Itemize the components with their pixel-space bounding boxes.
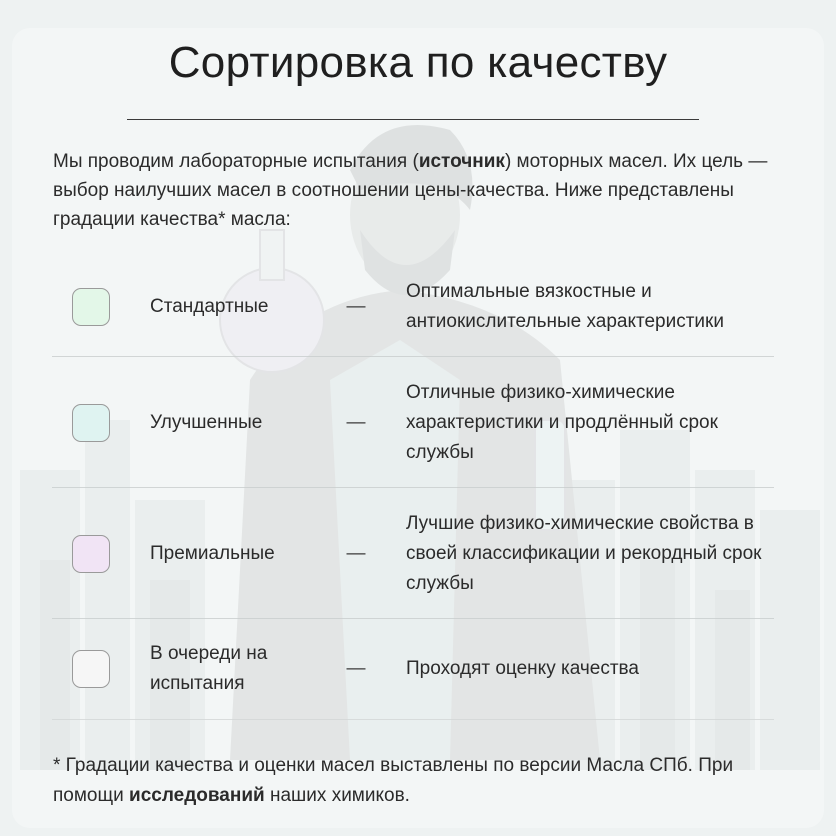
grade-description: Лучшие физико-химические свойства в свое… bbox=[406, 513, 762, 594]
dash-separator: — bbox=[346, 658, 366, 679]
dash-separator: — bbox=[346, 543, 366, 564]
grade-name: Премиальные bbox=[150, 543, 275, 564]
grade-row-premium: Премиальные — Лучшие физико-химические с… bbox=[52, 488, 774, 619]
page-title: Сортировка по качеству bbox=[168, 38, 668, 87]
green-swatch-icon bbox=[72, 288, 110, 326]
grade-name: В очереди на испытания bbox=[150, 643, 268, 694]
grade-row-improved: Улучшенные — Отличные физико-химические … bbox=[52, 357, 774, 488]
grade-name: Стандартные bbox=[150, 296, 269, 317]
teal-swatch-icon bbox=[72, 404, 110, 442]
grade-description: Проходят оценку качества bbox=[406, 658, 639, 679]
title-divider bbox=[127, 119, 699, 120]
intro-paragraph: Мы проводим лабораторные испытания (исто… bbox=[53, 147, 783, 234]
footnote-text-after: наших химиков. bbox=[264, 785, 410, 806]
quality-grades-list: Стандартные — Оптимальные вязкостные и а… bbox=[52, 256, 774, 720]
dash-separator: — bbox=[346, 296, 366, 317]
intro-text-before: Мы проводим лабораторные испытания ( bbox=[53, 151, 419, 172]
grade-name: Улучшенные bbox=[150, 412, 263, 433]
lilac-swatch-icon bbox=[72, 535, 110, 573]
grade-row-standard: Стандартные — Оптимальные вязкостные и а… bbox=[52, 256, 774, 357]
dash-separator: — bbox=[346, 412, 366, 433]
white-swatch-icon bbox=[72, 650, 110, 688]
grade-description: Оптимальные вязкостные и антиокислительн… bbox=[406, 281, 724, 332]
page-content: Сортировка по качеству Мы проводим лабор… bbox=[0, 0, 836, 836]
source-link[interactable]: источник bbox=[419, 151, 505, 172]
footnote: * Градации качества и оценки масел выста… bbox=[53, 751, 783, 811]
grade-row-pending: В очереди на испытания — Проходят оценку… bbox=[52, 619, 774, 720]
grade-description: Отличные физико-химические характеристик… bbox=[406, 382, 718, 463]
research-link[interactable]: исследований bbox=[129, 785, 265, 806]
